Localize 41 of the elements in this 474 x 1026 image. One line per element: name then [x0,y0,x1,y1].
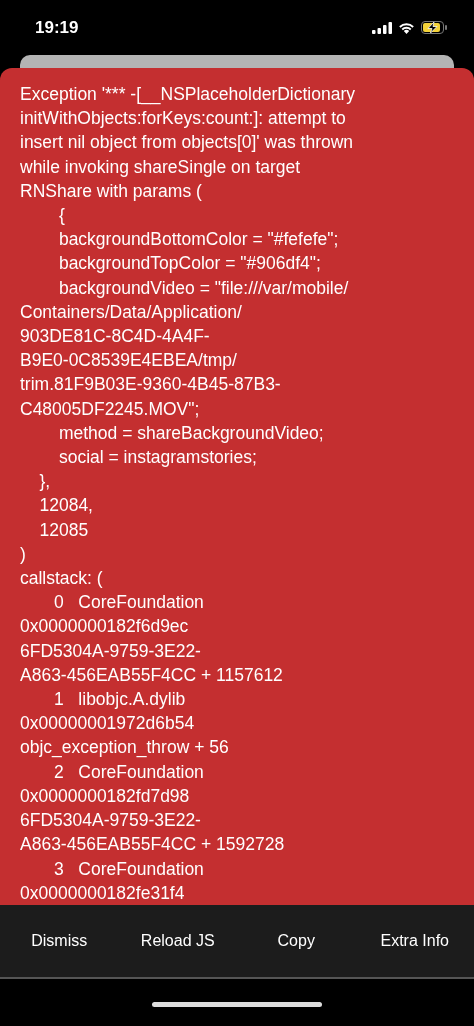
error-text-line: social = instagramstories; [57,446,257,470]
error-text-line: objc_exception_throw + 56 [20,736,229,760]
error-text-line: 2 CoreFoundation [53,760,204,784]
error-text-line: backgroundVideo = "file:///var/mobile/ [57,276,349,300]
action-button[interactable]: Extra Info [355,905,474,977]
error-text-line: Exception '*** -[__NSPlaceholderDictionary [20,83,356,107]
error-text-line: 12084, [38,494,93,518]
action-button[interactable]: Reload JS [118,905,237,977]
error-text-line: 0x0000000182f6d9ec [20,615,189,639]
error-text-line: initWithObjects:forKeys:count:]: attempt to [20,107,346,131]
error-text-line: A863-456EAB55F4CC + 1592728 [20,833,285,857]
error-text-line: callstack: ( [20,567,103,591]
error-text-line: 6FD5304A-9759-3E22- [20,809,201,833]
error-text-line: 0x00000001972d6b54 [20,712,195,736]
error-text-line: ) [20,542,26,566]
action-button[interactable]: Dismiss [0,905,119,977]
error-text-line: 1 libobjc.A.dylib [53,688,186,712]
error-text-line: while invoking shareSingle on target [20,155,301,179]
error-text-line: backgroundTopColor = "#906df4"; [57,252,321,276]
error-text-line: { [57,204,65,227]
error-text-line: 3 CoreFoundation [53,857,204,881]
wifi-icon [398,21,415,34]
error-text-line: trim.81F9B03E-9360-4B45-87B3- [20,373,281,397]
error-text-line: C48005DF2245.MOV"; [20,397,200,421]
error-text-line: A863-456EAB55F4CC + 1157612 [20,663,283,687]
error-text-line: 6FD5304A-9759-3E22- [20,639,201,663]
status-time: 19:19 [35,17,79,38]
error-text-line: 903DE81C-8C4D-4A4F- [20,325,210,349]
action-button[interactable]: Copy [237,905,356,977]
error-text-line: backgroundBottomColor = "#fefefe"; [57,228,339,252]
error-text-line: 0x0000000182fd7d98 [20,784,190,808]
error-text-line: insert nil object from objects[0]' was thrown [20,131,354,155]
error-text-line: }, [38,470,51,494]
error-text-line: RNShare with params ( [20,179,202,203]
signal-icon [372,21,392,34]
error-text-line: B9E0-0C8539E4EBEA/tmp/ [20,349,237,373]
error-text-line: 0 CoreFoundation [53,591,204,615]
error-text-line: 12085 [38,518,89,542]
error-text-line: 0x0000000182fe31f4 [20,881,185,905]
error-text-line: method = shareBackgroundVideo; [57,421,324,445]
error-text-line: Containers/Data/Application/ [20,300,242,324]
